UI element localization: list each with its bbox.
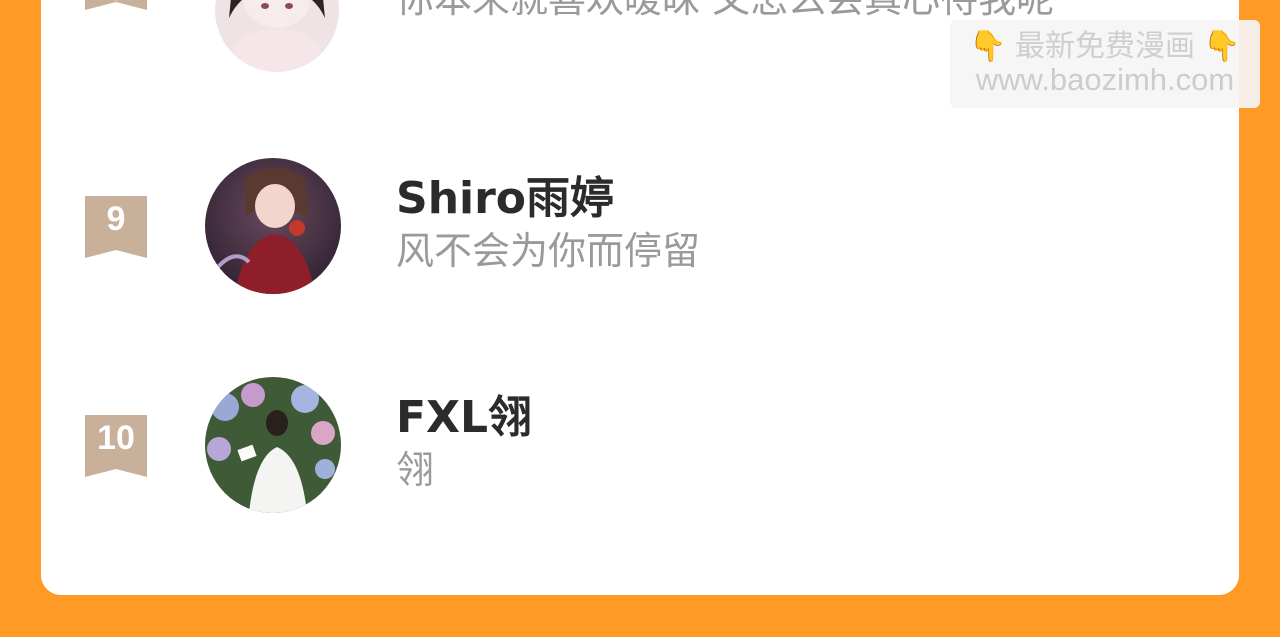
user-name[interactable]: Shiro雨婷 — [396, 177, 614, 221]
avatar[interactable] — [205, 377, 341, 513]
user-signature: 你本来就喜欢暧昧 又怎么会真心待我呢 — [396, 0, 1054, 18]
user-signature: 翎 — [396, 448, 435, 492]
avatar[interactable] — [215, 0, 339, 72]
rank-number: 9 — [106, 200, 126, 238]
rank-badge: 8 — [85, 0, 147, 10]
avatar[interactable] — [205, 158, 341, 294]
list-item[interactable]: 9 Shiro雨婷 风不会为你而停留 — [41, 158, 1239, 318]
rank-badge: 9 — [85, 196, 147, 260]
user-signature: 风不会为你而停留 — [396, 229, 701, 273]
watermark-url: www.baozimh.com — [975, 62, 1235, 97]
watermark-title: 最新免费漫画 — [1015, 30, 1195, 63]
rank-number: 8 — [107, 0, 126, 6]
watermark: 👇 最新免费漫画 👇 www.baozimh.com — [950, 20, 1260, 108]
rank-badge: 10 — [85, 415, 147, 479]
pointing-down-hand-icon: 👇 — [969, 30, 1007, 63]
list-item[interactable]: 10 FXL翎 翎 — [41, 377, 1239, 537]
user-name[interactable]: FXL翎 — [396, 396, 532, 440]
pointing-down-hand-icon: 👇 — [1203, 30, 1241, 63]
rank-number: 10 — [97, 419, 135, 457]
